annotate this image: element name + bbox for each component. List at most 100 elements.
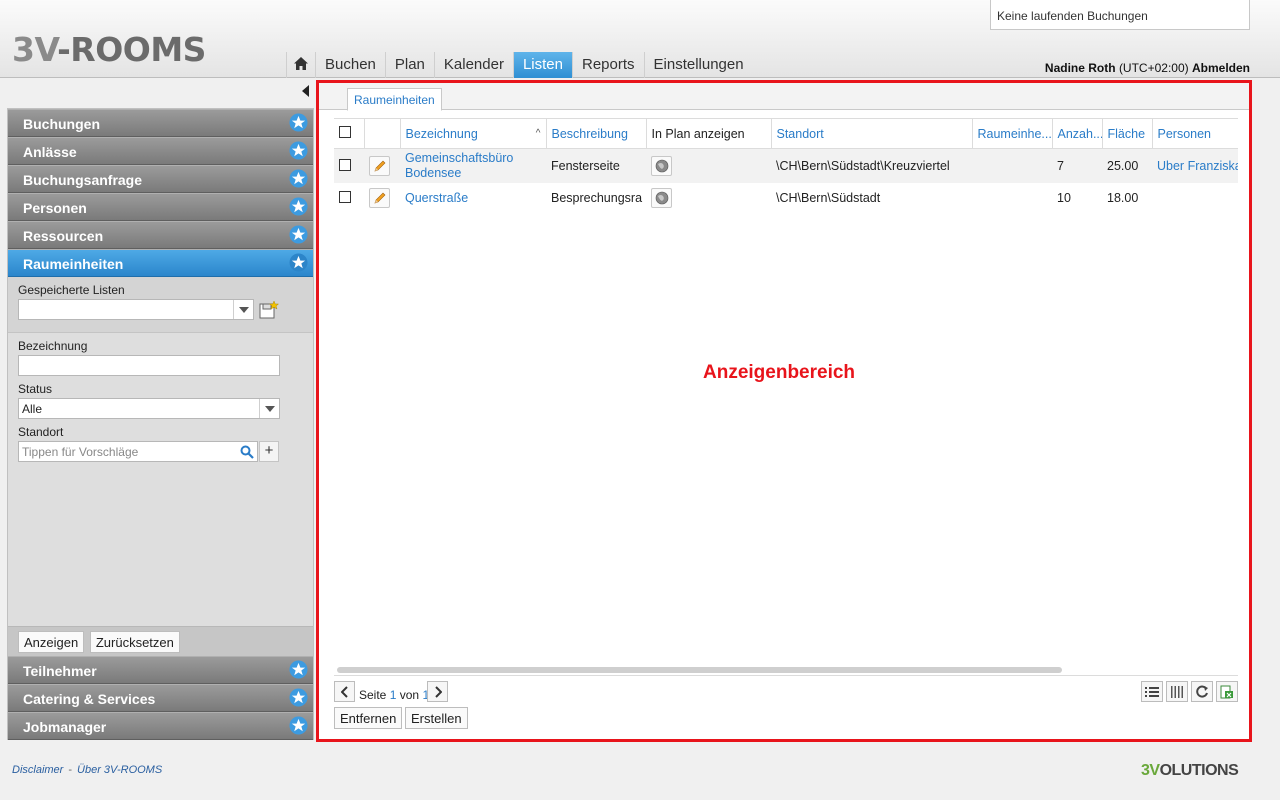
bezeichnung-label: Bezeichnung xyxy=(18,339,88,353)
section-teilnehmer[interactable]: Teilnehmer xyxy=(8,656,313,684)
refresh-button[interactable] xyxy=(1191,681,1213,702)
app-header: 3V-ROOMS Keine laufenden Buchungen Buche… xyxy=(0,0,1280,78)
section-catering[interactable]: Catering & Services xyxy=(8,684,313,712)
chevron-right-icon xyxy=(434,685,442,698)
create-button[interactable]: Erstellen xyxy=(405,707,468,729)
status-select[interactable]: Alle xyxy=(18,398,280,419)
favorite-star-icon[interactable] xyxy=(289,141,308,160)
section-buchungen[interactable]: Buchungen xyxy=(8,109,313,137)
home-button[interactable] xyxy=(286,52,316,78)
col-header-standort[interactable]: Standort xyxy=(771,118,973,149)
next-page-button[interactable] xyxy=(427,681,448,702)
nav-kalender[interactable]: Kalender xyxy=(435,52,514,78)
nav-plan[interactable]: Plan xyxy=(386,52,435,78)
nav-buchen[interactable]: Buchen xyxy=(316,52,386,78)
show-button[interactable]: Anzeigen xyxy=(18,631,85,653)
select-all-checkbox-cell[interactable] xyxy=(334,118,365,149)
footer-links: Disclaimer - Über 3V-ROOMS xyxy=(12,764,163,776)
table-row[interactable]: Querstraße Besprechungsra \CH\Bern\Südst… xyxy=(334,183,1238,213)
standort-search-input[interactable]: Tippen für Vorschläge xyxy=(18,441,258,462)
sort-ascending-icon: ^ xyxy=(535,127,541,139)
refresh-icon xyxy=(1196,685,1208,697)
globe-icon xyxy=(655,191,668,205)
nav-einstellungen[interactable]: Einstellungen xyxy=(645,52,753,78)
row-bezeichnung[interactable]: Querstraße xyxy=(400,183,546,213)
edit-column-header xyxy=(364,118,401,149)
row-raumeinheit xyxy=(972,183,1052,213)
section-anlaesse[interactable]: Anlässe xyxy=(8,137,313,165)
col-header-in-plan[interactable]: In Plan anzeigen xyxy=(646,118,772,149)
collapse-sidebar-arrow-icon[interactable] xyxy=(302,85,309,97)
bezeichnung-input[interactable] xyxy=(18,355,280,376)
prev-page-button[interactable] xyxy=(334,681,355,702)
filter-panel: Bezeichnung Status Alle Standort Tippen … xyxy=(8,333,313,626)
chevron-left-icon xyxy=(340,685,348,698)
columns-button[interactable] xyxy=(1166,681,1188,702)
favorite-star-icon[interactable] xyxy=(289,660,308,679)
edit-button[interactable] xyxy=(369,156,390,176)
saved-lists-select[interactable] xyxy=(18,299,254,320)
section-raumeinheiten[interactable]: Raumeinheiten xyxy=(8,249,313,277)
sidebar: Buchungen Anlässe Buchungsanfrage Person… xyxy=(7,108,314,740)
row-anzahl: 7 xyxy=(1052,148,1102,183)
reset-button[interactable]: Zurücksetzen xyxy=(89,631,180,653)
favorite-star-icon[interactable] xyxy=(289,225,308,244)
status-label: Status xyxy=(18,382,53,396)
favorite-star-icon[interactable] xyxy=(289,169,308,188)
tab-raumeinheiten[interactable]: Raumeinheiten xyxy=(347,88,442,111)
row-checkbox[interactable] xyxy=(339,158,351,171)
add-standort-button[interactable]: + xyxy=(259,441,279,462)
display-area: Raumeinheiten Bezeichnung ^ Beschreibung … xyxy=(316,80,1252,742)
col-header-raumeinheit[interactable]: Raumeinhe... xyxy=(972,118,1053,149)
row-personen[interactable] xyxy=(1152,183,1238,213)
section-buchungsanfrage[interactable]: Buchungsanfrage xyxy=(8,165,313,193)
col-header-bezeichnung[interactable]: Bezeichnung ^ xyxy=(400,118,547,149)
timezone: (UTC+02:00) xyxy=(1118,61,1189,75)
row-checkbox[interactable] xyxy=(339,190,351,203)
saved-lists-label: Gespeicherte Listen xyxy=(18,283,125,297)
chevron-down-icon[interactable] xyxy=(233,300,253,319)
favorite-star-icon[interactable] xyxy=(289,688,308,707)
chevron-down-icon[interactable] xyxy=(259,399,279,418)
user-info: Nadine Roth (UTC+02:00) Abmelden xyxy=(1045,61,1250,75)
col-header-anzahl[interactable]: Anzah... xyxy=(1052,118,1103,149)
filter-buttons: Anzeigen Zurücksetzen xyxy=(8,626,313,656)
save-list-icon[interactable] xyxy=(258,300,280,320)
nav-listen[interactable]: Listen xyxy=(513,52,573,78)
section-personen[interactable]: Personen xyxy=(8,193,313,221)
about-link[interactable]: Über 3V-ROOMS xyxy=(77,764,162,776)
row-flaeche: 18.00 xyxy=(1107,191,1139,205)
disclaimer-link[interactable]: Disclaimer xyxy=(12,764,63,776)
excel-export-icon xyxy=(1220,685,1233,698)
standort-label: Standort xyxy=(18,425,64,439)
favorite-star-icon[interactable] xyxy=(289,716,308,735)
row-standort: \CH\Bern\Südstadt xyxy=(776,191,881,205)
search-icon[interactable] xyxy=(240,445,254,459)
select-all-checkbox[interactable] xyxy=(339,126,351,138)
pencil-icon xyxy=(374,160,385,172)
section-jobmanager[interactable]: Jobmanager xyxy=(8,712,313,740)
main-nav: Buchen Plan Kalender Listen Reports Eins… xyxy=(286,52,753,78)
edit-button[interactable] xyxy=(369,188,390,208)
row-bezeichnung[interactable]: Gemeinschaftsbüro Bodensee xyxy=(400,148,546,183)
show-in-plan-button[interactable] xyxy=(651,156,672,176)
show-in-plan-button[interactable] xyxy=(651,188,672,208)
logout-link[interactable]: Abmelden xyxy=(1192,61,1250,75)
remove-button[interactable]: Entfernen xyxy=(334,707,403,729)
horizontal-scrollbar[interactable] xyxy=(337,667,1062,673)
favorite-star-icon[interactable] xyxy=(289,113,308,132)
col-header-personen[interactable]: Personen xyxy=(1152,118,1238,149)
list-icon xyxy=(1145,686,1159,697)
col-header-flaeche[interactable]: Fläche xyxy=(1102,118,1153,149)
row-personen[interactable]: Uber Franziska xyxy=(1152,148,1238,183)
user-name: Nadine Roth xyxy=(1044,61,1116,75)
col-header-beschreibung[interactable]: Beschreibung xyxy=(546,118,647,149)
favorite-star-icon[interactable] xyxy=(289,197,308,216)
nav-reports[interactable]: Reports xyxy=(573,52,645,78)
table-row[interactable]: Gemeinschaftsbüro Bodensee Fensterseite \… xyxy=(334,148,1238,183)
list-view-button[interactable] xyxy=(1141,681,1163,702)
export-excel-button[interactable] xyxy=(1216,681,1238,702)
columns-icon xyxy=(1171,685,1183,698)
favorite-star-icon[interactable] xyxy=(289,253,308,272)
section-ressourcen[interactable]: Ressourcen xyxy=(8,221,313,249)
